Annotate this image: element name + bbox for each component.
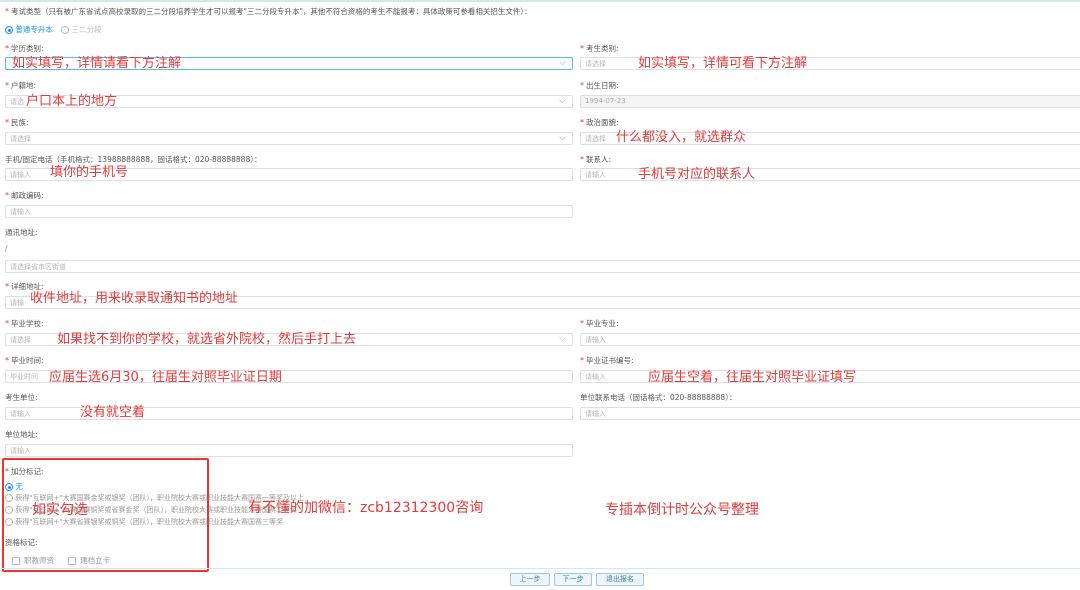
- unit-address-label: 单位地址:: [5, 430, 38, 439]
- unit-phone-label: 单位联系电话（固话格式：020-88888888）：: [580, 393, 737, 402]
- contact-label: * 联系人:: [580, 155, 612, 164]
- radio-checked-icon: [5, 26, 13, 34]
- chevron-down-icon: ⌵: [559, 58, 566, 68]
- note-phone: 填你的手机号: [50, 165, 129, 180]
- address-separator: /: [5, 244, 8, 253]
- exam-type-label: * 考试类型（只有被广东省试点高校录取的三二分段培养学生才可以报考"三二分段专升本…: [5, 7, 532, 16]
- school-label: * 毕业学校:: [5, 319, 44, 328]
- note-wechat: 有不懂的加微信：zcb12312300咨询: [248, 500, 484, 516]
- chevron-down-icon: ⌵: [559, 133, 566, 143]
- next-button[interactable]: 下一步: [554, 573, 592, 586]
- note-cert-no: 应届生空着，往届生对照毕业证填写: [648, 370, 857, 385]
- work-unit-label: 考生单位:: [5, 393, 38, 402]
- exam-type-option-32[interactable]: 三二分段: [61, 25, 102, 34]
- phone-label: 手机/固定电话（手机格式：13988888888，固话格式：020-888888…: [5, 155, 262, 164]
- bottom-divider: [0, 568, 1080, 569]
- exam-type-option-regular[interactable]: 普通专升本: [5, 25, 53, 34]
- note-credit: 专插本倒计时公众号整理: [605, 502, 759, 518]
- note-work-unit: 没有就空着: [80, 405, 146, 420]
- postcode-label: * 邮政编码:: [5, 191, 44, 200]
- chevron-down-icon: ⌵: [559, 334, 566, 344]
- prev-button[interactable]: 上一步: [510, 573, 550, 586]
- note-contact: 手机号对应的联系人: [638, 167, 756, 182]
- note-school: 如果找不到你的学校，就选省外院校，然后手打上去: [57, 332, 357, 347]
- household-label: * 户籍地:: [5, 81, 37, 90]
- ethnicity-select[interactable]: 请选择 ⌵: [5, 132, 573, 145]
- note-education: 如实填写，详情请看下方注解: [12, 56, 182, 71]
- address-label: 通讯地址:: [5, 228, 38, 237]
- note-candidate: 如实填写，详情可看下方注解: [638, 56, 808, 71]
- note-political: 什么都没入，就选群众: [616, 130, 747, 145]
- note-detail-address: 收件地址，用来收录取通知书的地址: [30, 291, 239, 306]
- postcode-input[interactable]: 请输入: [5, 205, 573, 218]
- ethnicity-label: * 民族:: [5, 118, 29, 127]
- note-grad-time: 应届生选6月30，往届生对照毕业证日期: [49, 370, 282, 385]
- unit-address-input[interactable]: 请输入: [5, 444, 573, 457]
- unit-phone-input[interactable]: 请输入: [580, 407, 1080, 420]
- major-input[interactable]: 请输入: [580, 333, 1080, 346]
- education-type-label: * 学历类别:: [5, 44, 44, 53]
- candidate-type-label: * 考生类别:: [580, 44, 619, 53]
- exit-button[interactable]: 退出报名: [596, 573, 644, 586]
- cert-no-label: * 毕业证书编号:: [580, 356, 634, 365]
- major-label: * 毕业专业:: [580, 319, 619, 328]
- top-divider: [0, 0, 1080, 2]
- political-label: * 政治面貌:: [580, 118, 619, 127]
- address-select[interactable]: 请选择省市区街道: [5, 260, 1080, 273]
- note-household: 户口本上的地方: [26, 94, 118, 109]
- birth-date-label: * 出生日期:: [580, 81, 619, 90]
- grad-time-label: * 毕业时间:: [5, 356, 44, 365]
- birth-date-input[interactable]: 1994-07-23: [580, 95, 1080, 108]
- exam-type-options: 普通专升本 三二分段: [5, 24, 102, 35]
- chevron-down-icon: ⌵: [559, 96, 566, 106]
- radio-icon: [61, 26, 70, 34]
- required-mark: *: [5, 7, 9, 16]
- note-bonus: 如实勾选: [32, 502, 88, 518]
